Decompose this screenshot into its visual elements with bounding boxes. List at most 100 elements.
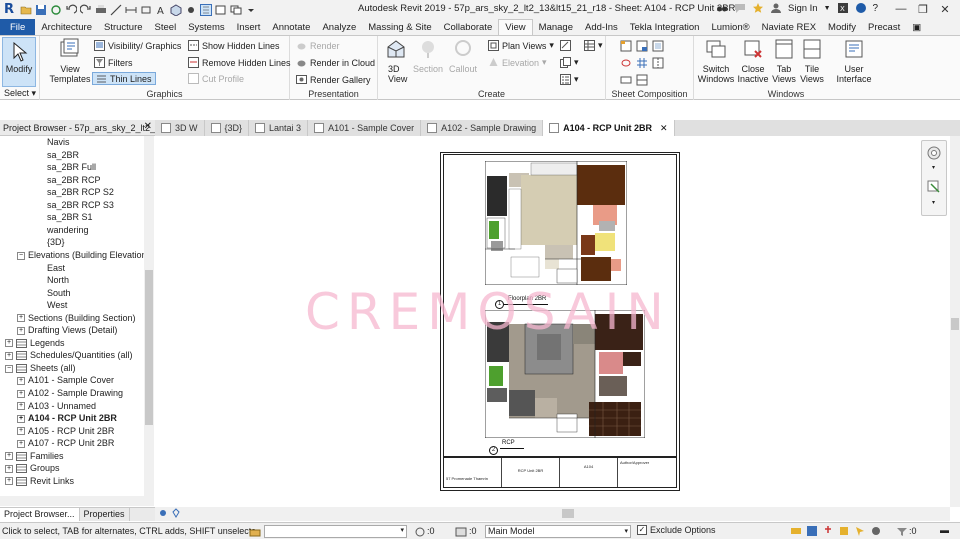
visibility-graphics-button[interactable]: Visibility/ Graphics xyxy=(94,39,181,52)
tree-item[interactable]: sa_2BR RCP xyxy=(47,174,101,186)
tree-item[interactable]: sa_2BR RCP S2 xyxy=(47,186,114,198)
switch-windows-button[interactable]: Switch Windows xyxy=(696,38,736,84)
view-tab[interactable]: A102 - Sample Drawing xyxy=(421,120,544,136)
stay-connected-icon[interactable] xyxy=(855,2,867,14)
redo-icon[interactable] xyxy=(80,4,92,16)
tree-item[interactable]: + A104 - RCP Unit 2BR xyxy=(17,412,117,424)
project-browser-close-icon[interactable]: ✕ xyxy=(144,121,152,132)
floorplan-viewport[interactable] xyxy=(485,161,627,285)
thin-lines-button[interactable]: Thin Lines xyxy=(92,72,156,85)
text-icon[interactable]: A xyxy=(155,4,167,16)
active-workset-dropdown[interactable]: ▾ xyxy=(264,525,407,538)
close-tab-icon[interactable]: ✕ xyxy=(660,123,668,134)
restore-button[interactable]: ❐ xyxy=(912,0,934,18)
tab-collaborate[interactable]: Collaborate xyxy=(438,19,499,35)
expand-icon[interactable]: + xyxy=(17,414,25,423)
tab-annotate[interactable]: Annotate xyxy=(266,19,316,35)
sync-icon[interactable] xyxy=(50,4,62,16)
filters-button[interactable]: Filters xyxy=(94,56,133,69)
background-processes-icon[interactable] xyxy=(870,525,882,537)
tab-systems[interactable]: Systems xyxy=(182,19,230,35)
cut-profile-button[interactable]: Cut Profile xyxy=(188,72,244,85)
tree-item[interactable]: North xyxy=(47,274,69,286)
guide-grid-icon[interactable] xyxy=(636,57,648,69)
duplicate-view-button[interactable]: ▾ xyxy=(560,56,579,69)
place-view-icon[interactable] xyxy=(652,40,664,52)
view-tab[interactable]: {3D} xyxy=(205,120,250,136)
tab-massing-site[interactable]: Massing & Site xyxy=(362,19,437,35)
tree-item[interactable]: West xyxy=(47,299,67,311)
select-dropdown[interactable]: Select ▾ xyxy=(4,88,36,99)
design-option-dropdown[interactable]: Main Model ▾ xyxy=(485,525,631,538)
aligned-dimension-icon[interactable] xyxy=(125,4,137,16)
design-options-icon[interactable] xyxy=(455,526,467,538)
tree-item[interactable]: + Drafting Views (Detail) xyxy=(17,324,117,336)
view-tab[interactable]: A101 - Sample Cover xyxy=(308,120,422,136)
exchange-apps-icon[interactable]: X xyxy=(837,2,849,14)
canvas-horizontal-scrollbar[interactable] xyxy=(155,507,950,521)
tree-item[interactable]: Navis xyxy=(47,136,70,148)
tree-item[interactable]: South xyxy=(47,287,71,299)
render-button[interactable]: Render xyxy=(296,39,340,52)
project-browser-vertical-scrollbar[interactable] xyxy=(144,136,154,506)
plan-views-button[interactable]: Plan Views ▾ xyxy=(488,39,554,52)
view-templates-button[interactable]: View Templates xyxy=(48,38,92,84)
user-icon[interactable] xyxy=(770,2,782,14)
steering-wheel-icon[interactable] xyxy=(926,145,942,161)
tab-steel[interactable]: Steel xyxy=(149,19,183,35)
print-icon[interactable] xyxy=(95,4,107,16)
favorites-icon[interactable] xyxy=(752,2,764,14)
tree-item[interactable]: + A102 - Sample Drawing xyxy=(17,387,123,399)
expand-icon[interactable]: + xyxy=(17,389,25,398)
tree-item[interactable]: + A107 - RCP Unit 2BR xyxy=(17,437,114,449)
measure-icon[interactable] xyxy=(110,4,122,16)
show-hidden-lines-button[interactable]: Show Hidden Lines xyxy=(188,39,280,52)
user-interface-button[interactable]: User Interface xyxy=(834,38,874,84)
customize-qat-icon[interactable] xyxy=(245,4,257,16)
tree-item[interactable]: East xyxy=(47,262,65,274)
matchline-icon[interactable] xyxy=(652,57,664,69)
zoom-icon[interactable] xyxy=(926,179,942,195)
tree-item[interactable]: {3D} xyxy=(47,236,65,248)
expand-icon[interactable]: + xyxy=(17,326,25,335)
project-browser-horizontal-scrollbar[interactable] xyxy=(0,496,144,506)
view-tab[interactable]: Lantai 3 xyxy=(249,120,309,136)
collapse-icon[interactable]: − xyxy=(17,251,25,260)
select-underlay-icon[interactable] xyxy=(806,525,818,537)
tab-insert[interactable]: Insert xyxy=(231,19,267,35)
tag-icon[interactable] xyxy=(140,4,152,16)
tree-item[interactable]: wandering xyxy=(47,224,89,236)
sign-in-link[interactable]: Sign In xyxy=(788,3,818,14)
expand-icon[interactable]: + xyxy=(17,439,25,448)
legends-button[interactable]: ▾ xyxy=(560,73,579,86)
tab-lumion[interactable]: Lumion® xyxy=(705,19,755,35)
thin-lines-icon[interactable] xyxy=(200,3,212,16)
filter-icon[interactable] xyxy=(896,526,908,538)
sign-in-dropdown-icon[interactable]: ▼ xyxy=(824,5,831,12)
tree-item[interactable]: + Revit Links xyxy=(5,475,74,487)
switch-windows-icon[interactable] xyxy=(230,4,242,16)
hidden-elements-icon[interactable] xyxy=(171,508,181,518)
section-button[interactable]: Section xyxy=(412,38,444,74)
view-tab[interactable]: A104 - RCP Unit 2BR ✕ xyxy=(543,120,675,136)
new-sheet-icon[interactable] xyxy=(620,40,632,52)
exclude-options-check-icon[interactable]: ✓ xyxy=(637,525,647,535)
tree-item[interactable]: + Legends xyxy=(5,337,65,349)
expand-icon[interactable]: + xyxy=(17,377,25,386)
ribbon-minimize-icon[interactable]: ▣ xyxy=(906,19,927,35)
select-by-face-icon[interactable] xyxy=(838,525,850,537)
render-gallery-button[interactable]: Render Gallery xyxy=(296,73,371,86)
exclude-options-checkbox[interactable]: ✓ Exclude Options xyxy=(637,525,716,535)
tab-view[interactable]: View xyxy=(498,19,533,35)
minimize-button[interactable]: — xyxy=(890,0,912,18)
viewports-icon[interactable] xyxy=(636,74,648,86)
communication-center-icon[interactable] xyxy=(734,2,746,14)
expand-icon[interactable]: + xyxy=(17,314,25,323)
tree-item[interactable]: sa_2BR xyxy=(47,149,79,161)
save-icon[interactable] xyxy=(35,4,47,16)
3d-view-button[interactable]: 3D View xyxy=(382,38,410,84)
tab-project-browser[interactable]: Project Browser... xyxy=(0,508,80,521)
tree-item[interactable]: + Schedules/Quantities (all) xyxy=(5,349,133,361)
expand-icon[interactable]: + xyxy=(5,339,13,348)
drag-on-selection-icon[interactable] xyxy=(854,525,866,537)
